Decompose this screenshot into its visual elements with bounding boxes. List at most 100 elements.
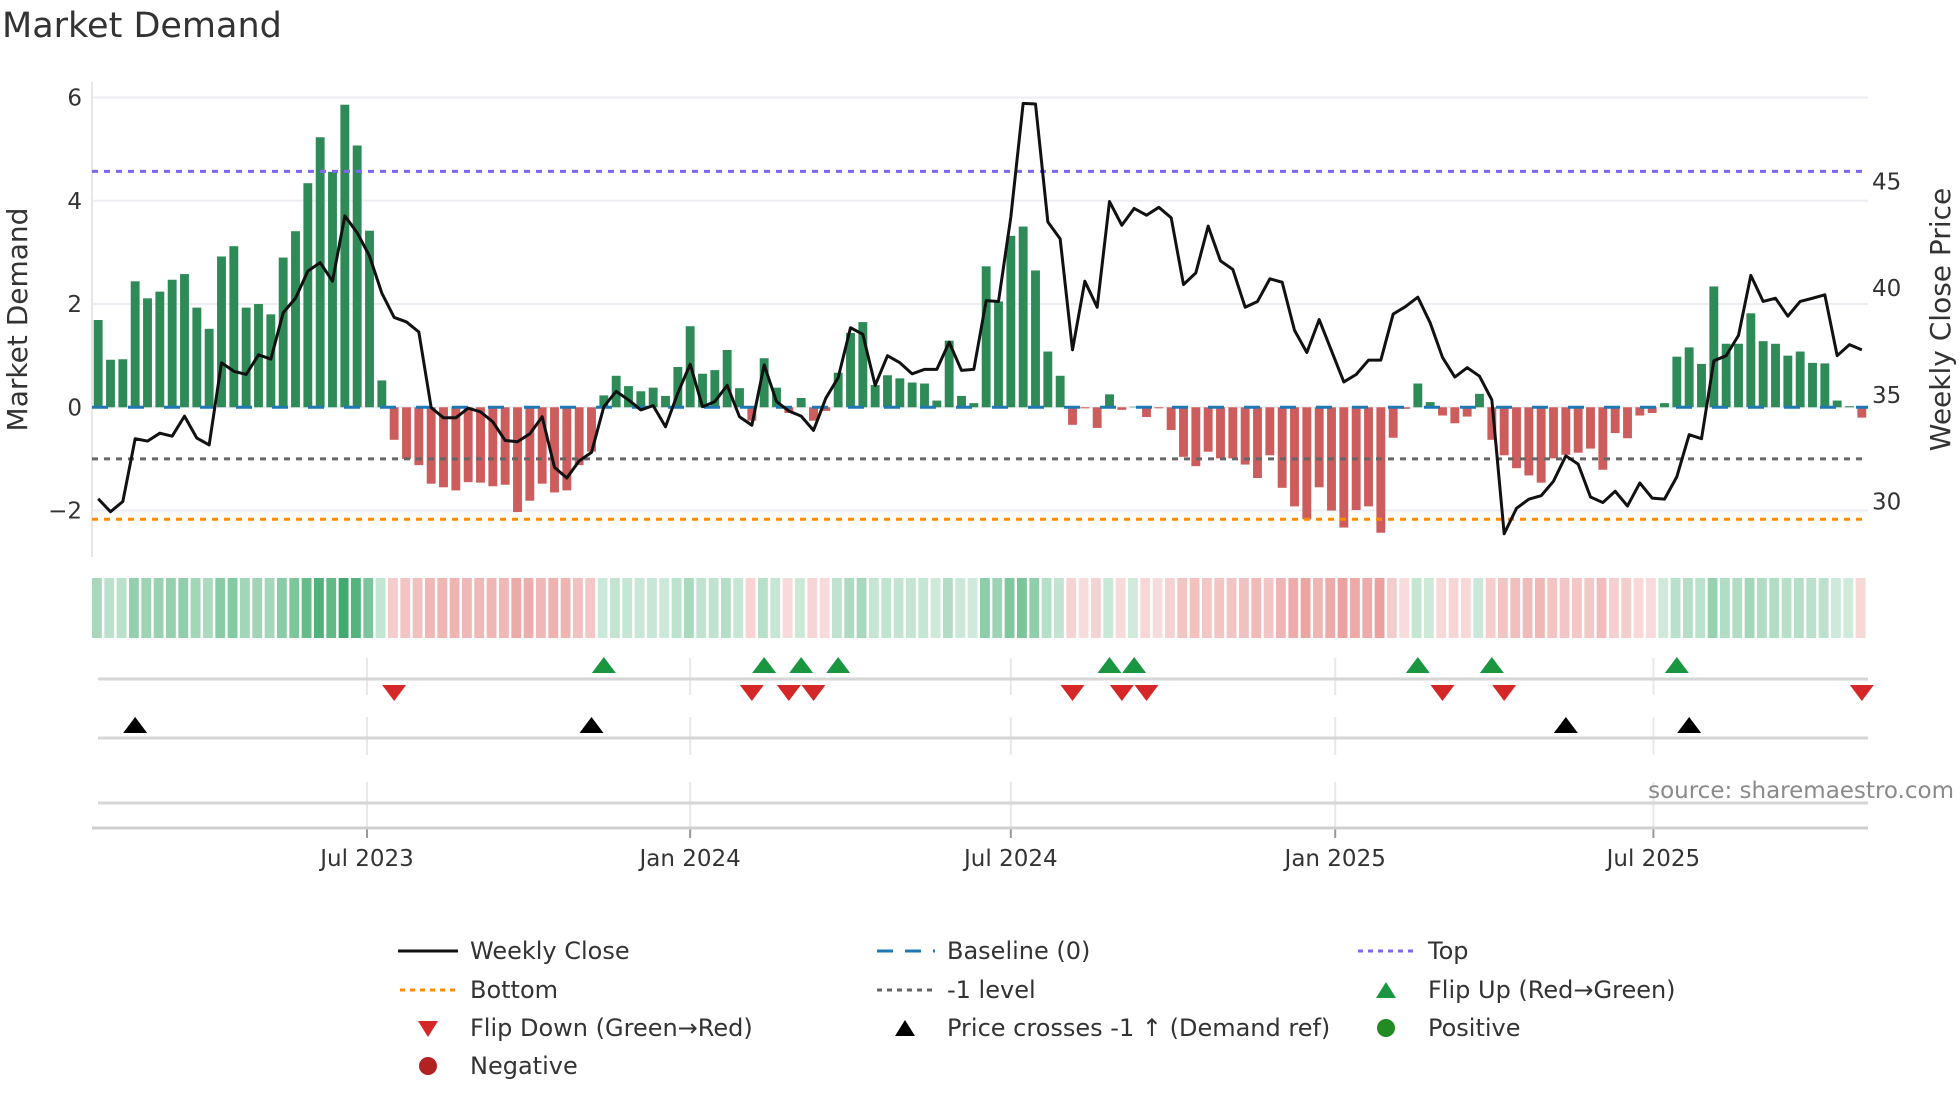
legend-item: Flip Down (Green→Red) [398, 1014, 753, 1042]
heat-cell [573, 578, 583, 638]
y-tick-label: 2 [67, 292, 82, 318]
heat-cell [856, 578, 867, 638]
demand-bar [1302, 407, 1312, 520]
legend-label: Positive [1428, 1014, 1521, 1042]
legend-label: -1 level [947, 976, 1036, 1004]
heat-cell [178, 578, 189, 638]
demand-bar [1783, 355, 1793, 408]
demand-bar [1845, 406, 1854, 408]
heat-cell [1720, 578, 1730, 638]
demand-bar [883, 375, 892, 408]
heat-cell [1202, 578, 1212, 638]
demand-bar [920, 383, 929, 408]
heat-cell [252, 578, 263, 638]
demand-bar [463, 407, 473, 483]
heat-cell [1041, 578, 1052, 638]
heat-cell [869, 578, 879, 638]
heat-cell [141, 578, 152, 638]
demand-bar [870, 385, 880, 408]
demand-bar [291, 231, 300, 408]
heat-cell [610, 578, 620, 638]
demand-bar [426, 407, 436, 484]
heat-cell [388, 578, 398, 638]
flip-up-marker [789, 657, 814, 673]
demand-bar [155, 291, 165, 408]
heat-cell [375, 578, 386, 638]
heat-cell [437, 578, 448, 638]
heat-cell [1683, 578, 1693, 638]
demand-bar [1734, 343, 1743, 408]
demand-bar [143, 298, 152, 408]
demand-bar [1758, 341, 1768, 408]
heat-cell [1066, 578, 1077, 638]
legend-item: Top [1356, 937, 1469, 965]
heat-cell [462, 578, 472, 638]
legend-symbol-dash-icon [877, 949, 935, 953]
demand-bar [1364, 407, 1373, 507]
heat-cell [1473, 578, 1484, 638]
y-tick-label: 0 [67, 395, 82, 421]
flip-up-marker [752, 657, 777, 673]
heat-cell [227, 578, 238, 638]
heat-cell [1572, 578, 1582, 638]
flip-down-marker [776, 685, 801, 701]
heat-cell [918, 578, 929, 638]
heat-cell [1399, 578, 1410, 638]
demand-bar [130, 281, 140, 408]
demand-bar [994, 301, 1003, 408]
y2-tick-label: 40 [1872, 276, 1901, 302]
heat-cell [1374, 578, 1385, 638]
flip-up-marker [826, 657, 851, 673]
heat-cell [943, 578, 953, 638]
legend-item: Positive [1356, 1014, 1521, 1042]
heat-cell [1313, 578, 1323, 638]
legend-symbol-tri-down-red-icon [418, 1021, 438, 1037]
demand-bar [1573, 407, 1583, 453]
heat-cell [1535, 578, 1545, 638]
heat-cell [548, 578, 559, 638]
legend-label: Flip Up (Red→Green) [1428, 976, 1676, 1004]
heat-cell [696, 578, 707, 638]
y-tick-label: 6 [67, 85, 82, 111]
flip-down-marker [1492, 685, 1517, 701]
legend-symbol-dot-bottom-icon [400, 988, 458, 992]
heat-cell [622, 578, 633, 638]
demand-bar [1561, 407, 1571, 455]
price-cross-marker [1553, 717, 1578, 733]
heat-cell [536, 578, 546, 638]
heat-cell [758, 578, 768, 638]
demand-bar [315, 137, 325, 408]
heat-cell [1004, 578, 1015, 638]
heat-cell [1695, 578, 1706, 638]
demand-bar [1586, 407, 1595, 449]
heat-cell [523, 578, 534, 638]
heat-cell [1387, 578, 1397, 638]
heat-cell [1646, 578, 1656, 638]
demand-bar [1413, 383, 1423, 408]
demand-bar [1265, 407, 1275, 456]
demand-bar [1820, 363, 1830, 408]
heat-cell [1806, 578, 1817, 638]
legend-label: Price crosses -1 ↑ (Demand ref) [947, 1014, 1331, 1042]
heat-cell [745, 578, 756, 638]
heat-cell [795, 578, 805, 638]
heat-cell [1584, 578, 1595, 638]
heat-cell [1670, 578, 1681, 638]
flip-down-marker [1109, 685, 1134, 701]
demand-bar [241, 307, 251, 408]
demand-bar [1524, 407, 1534, 476]
heat-cell [1769, 578, 1780, 638]
flip-up-marker [1405, 657, 1430, 673]
heat-cell [955, 578, 966, 638]
heat-cell [1843, 578, 1854, 638]
legend-label: Weekly Close [470, 937, 630, 965]
heat-cell [166, 578, 176, 638]
source-attribution: source: sharemaestro.com [1648, 778, 1954, 804]
heat-cell [980, 578, 990, 638]
flip-up-marker [1097, 657, 1122, 673]
demand-bar [229, 246, 239, 408]
heat-cell [770, 578, 781, 638]
heat-cell [659, 578, 670, 638]
heat-cell [486, 578, 497, 638]
heat-cell [1411, 578, 1422, 638]
